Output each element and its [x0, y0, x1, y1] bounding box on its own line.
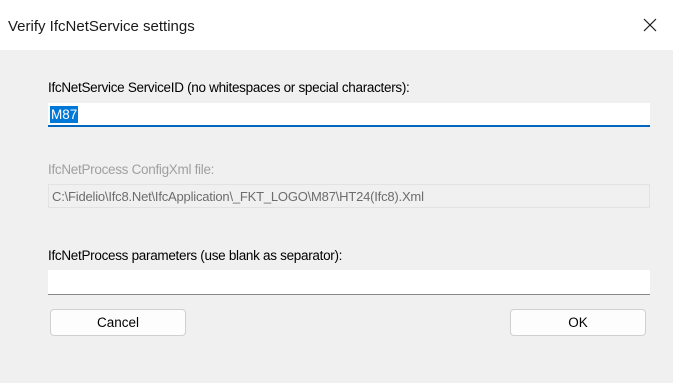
service-id-input[interactable]: M87	[48, 103, 650, 127]
verify-settings-dialog: Verify IfcNetService settings IfcNetServ…	[0, 0, 673, 383]
close-button[interactable]	[627, 0, 673, 50]
process-params-label: IfcNetProcess parameters (use blank as s…	[48, 248, 343, 263]
config-xml-field: C:\Fidelio\Ifc8.Net\IfcApplication\_FKT_…	[48, 184, 650, 208]
title-bar[interactable]: Verify IfcNetService settings	[0, 0, 673, 50]
process-params-input[interactable]	[48, 270, 650, 295]
cancel-button-label: Cancel	[96, 315, 140, 330]
cancel-button[interactable]: Cancel	[50, 309, 186, 336]
config-xml-label: IfcNetProcess ConfigXml file:	[48, 162, 215, 177]
dialog-content: IfcNetService ServiceID (no whitespaces …	[0, 50, 673, 383]
ok-button-label: OK	[568, 315, 588, 330]
ok-button[interactable]: OK	[510, 309, 646, 336]
service-id-value: M87	[50, 106, 79, 123]
dialog-title: Verify IfcNetService settings	[8, 18, 195, 35]
close-icon	[643, 18, 657, 32]
service-id-label: IfcNetService ServiceID (no whitespaces …	[48, 80, 410, 95]
